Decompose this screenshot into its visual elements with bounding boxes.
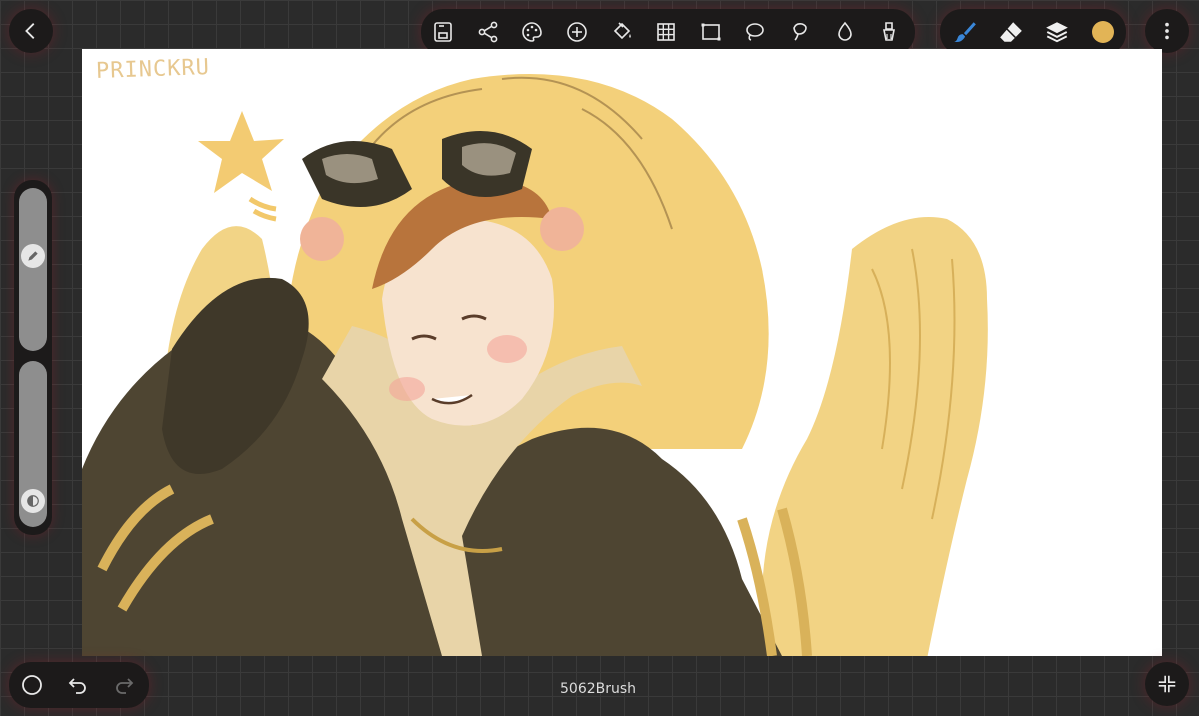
back-button[interactable] [9, 9, 53, 53]
color-swatch-icon [1092, 21, 1114, 43]
fit-screen-button[interactable] [1145, 662, 1189, 706]
blur-button[interactable] [822, 10, 867, 54]
circle-icon [22, 675, 42, 695]
rectangle-select-button[interactable] [689, 10, 734, 54]
save-icon [434, 22, 453, 42]
smudge-icon [883, 22, 896, 41]
freeform-select-icon [793, 23, 807, 41]
fill-bucket-icon [613, 22, 631, 40]
grid-icon [657, 23, 676, 41]
quick-shape-button[interactable] [9, 663, 55, 707]
redo-icon [116, 678, 134, 694]
pencil-icon [28, 250, 38, 261]
lasso-select-button[interactable] [733, 10, 778, 54]
redo-button[interactable] [101, 663, 147, 707]
smudge-button[interactable] [867, 10, 912, 54]
undo-button[interactable] [55, 663, 101, 707]
add-icon [567, 22, 587, 42]
lasso-select-icon [746, 23, 765, 41]
eraser-icon [1000, 22, 1022, 42]
brush-size-knob[interactable] [21, 243, 45, 268]
opacity-knob[interactable] [21, 488, 45, 513]
color-swatch-button[interactable] [1080, 10, 1126, 54]
right-ear [540, 207, 584, 251]
more-vertical-icon [1165, 22, 1169, 40]
freeform-select-button[interactable] [778, 10, 823, 54]
fill-button[interactable] [599, 10, 644, 54]
star-doodle [198, 111, 284, 193]
brush-size-slider[interactable] [19, 188, 47, 351]
add-button[interactable] [555, 10, 600, 54]
brush-tool-button[interactable] [942, 10, 988, 54]
layers-button[interactable] [1034, 10, 1080, 54]
eraser-tool-button[interactable] [988, 10, 1034, 54]
artwork-illustration [82, 74, 988, 656]
undo-icon [68, 678, 86, 694]
save-button[interactable] [421, 10, 466, 54]
palette-icon [522, 22, 543, 42]
share-icon [478, 21, 498, 43]
chevron-left-icon [25, 23, 35, 39]
rectangle-select-icon [701, 23, 721, 41]
layers-icon [1046, 22, 1068, 43]
opacity-icon [27, 494, 39, 507]
bottom-controls [9, 662, 149, 708]
left-ear [300, 217, 344, 261]
collapse-arrows-icon [1158, 675, 1176, 693]
brush-icon [954, 22, 976, 43]
share-button[interactable] [466, 10, 511, 54]
drawing-canvas[interactable]: PRINCKRU [82, 49, 1162, 656]
left-sliders-panel [14, 180, 52, 535]
palette-button[interactable] [510, 10, 555, 54]
blur-drop-icon [837, 21, 852, 41]
grid-button[interactable] [644, 10, 689, 54]
current-brush-label: 5062Brush [560, 681, 637, 697]
more-menu-button[interactable] [1145, 9, 1189, 53]
